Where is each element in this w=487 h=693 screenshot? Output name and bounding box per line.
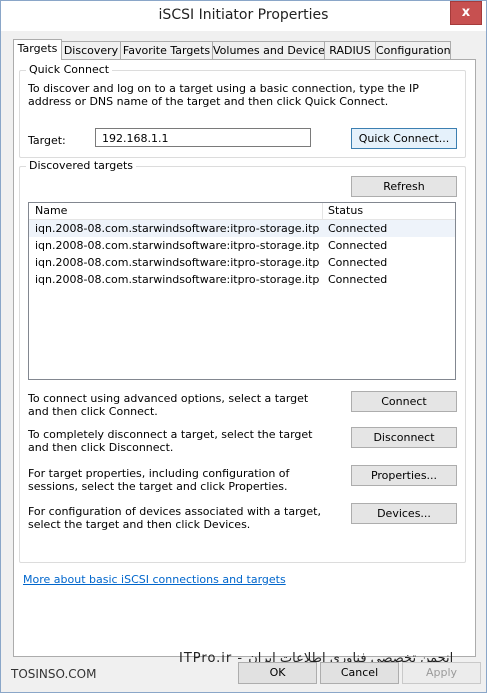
targets-panel: Quick Connect To discover and log on to … <box>13 59 476 657</box>
column-separator[interactable] <box>322 203 323 219</box>
connect-button[interactable]: Connect <box>351 391 457 412</box>
target-label: Target: <box>28 134 66 147</box>
row-name: iqn.2008-08.com.starwindsoftware:itpro-s… <box>35 273 320 286</box>
table-row[interactable]: iqn.2008-08.com.starwindsoftware:itpro-s… <box>29 220 455 237</box>
title-bar[interactable]: iSCSI Initiator Properties x <box>1 1 486 31</box>
row-status: Connected <box>328 273 388 286</box>
discovered-targets-title: Discovered targets <box>26 159 137 172</box>
disconnect-description: To completely disconnect a target, selec… <box>28 428 313 454</box>
close-icon: x <box>461 5 471 20</box>
table-row[interactable]: iqn.2008-08.com.starwindsoftware:itpro-s… <box>29 237 455 254</box>
list-header: Name Status <box>29 203 455 220</box>
ok-button[interactable]: OK <box>238 662 317 684</box>
properties-button[interactable]: Properties... <box>351 465 457 486</box>
devices-button[interactable]: Devices... <box>351 503 457 524</box>
properties-description: For target properties, including configu… <box>28 467 290 493</box>
quick-connect-group: Quick Connect To discover and log on to … <box>19 63 466 158</box>
row-status: Connected <box>328 222 388 235</box>
devices-description: For configuration of devices associated … <box>28 505 321 531</box>
tab-favorite-targets[interactable]: Favorite Targets <box>120 41 213 59</box>
more-info-link[interactable]: More about basic iSCSI connections and t… <box>23 573 286 586</box>
discovered-targets-group: Discovered targets Refresh Name Status i… <box>19 159 466 563</box>
tab-volumes-and-devices[interactable]: Volumes and Devices <box>212 41 331 59</box>
table-row[interactable]: iqn.2008-08.com.starwindsoftware:itpro-s… <box>29 271 455 288</box>
tab-radius[interactable]: RADIUS <box>324 41 376 59</box>
close-button[interactable]: x <box>450 1 482 25</box>
tab-configuration[interactable]: Configuration <box>375 41 451 59</box>
tab-targets[interactable]: Targets <box>13 39 62 60</box>
row-name: iqn.2008-08.com.starwindsoftware:itpro-s… <box>35 239 320 252</box>
table-row[interactable]: iqn.2008-08.com.starwindsoftware:itpro-s… <box>29 254 455 271</box>
watermark-left: TOSINSO.COM <box>11 667 97 681</box>
row-status: Connected <box>328 256 388 269</box>
connect-description: To connect using advanced options, selec… <box>28 392 309 418</box>
dialog-window: iSCSI Initiator Properties x Targets Dis… <box>0 0 487 693</box>
quick-connect-button[interactable]: Quick Connect... <box>351 128 457 149</box>
row-name: iqn.2008-08.com.starwindsoftware:itpro-s… <box>35 222 320 235</box>
row-name: iqn.2008-08.com.starwindsoftware:itpro-s… <box>35 256 320 269</box>
targets-list[interactable]: Name Status iqn.2008-08.com.starwindsoft… <box>28 202 456 380</box>
column-header-name[interactable]: Name <box>35 204 67 217</box>
target-input[interactable]: 192.168.1.1 <box>95 128 311 147</box>
quick-connect-description: To discover and log on to a target using… <box>28 82 419 108</box>
disconnect-button[interactable]: Disconnect <box>351 427 457 448</box>
row-status: Connected <box>328 239 388 252</box>
apply-button[interactable]: Apply <box>402 662 481 684</box>
refresh-button[interactable]: Refresh <box>351 176 457 197</box>
cancel-button[interactable]: Cancel <box>320 662 399 684</box>
window-title: iSCSI Initiator Properties <box>158 7 329 23</box>
quick-connect-title: Quick Connect <box>26 63 113 76</box>
column-header-status[interactable]: Status <box>328 204 363 217</box>
tab-discovery[interactable]: Discovery <box>61 41 121 59</box>
